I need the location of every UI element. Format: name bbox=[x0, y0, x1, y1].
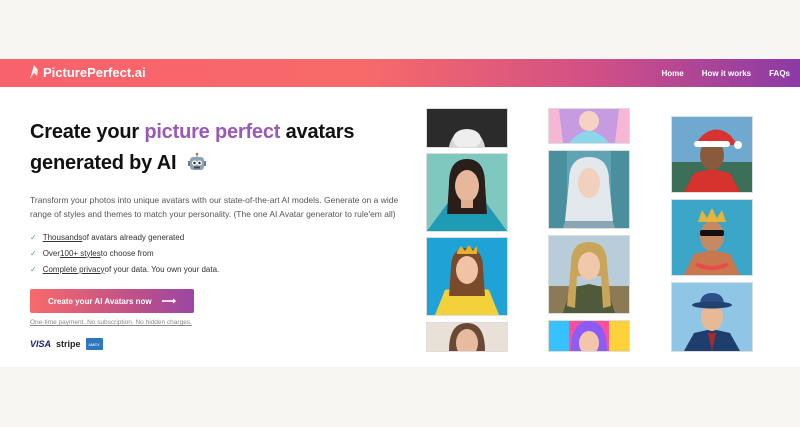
amex-logo: AMEX bbox=[85, 338, 103, 350]
page-top-margin bbox=[0, 0, 800, 59]
avatar-image-woman-close-up bbox=[426, 322, 508, 352]
page-bottom-margin bbox=[0, 367, 800, 427]
feature-highlight[interactable]: 100+ styles bbox=[60, 249, 101, 258]
create-avatars-button[interactable]: Create your AI Avatars now ⟶ bbox=[30, 289, 194, 313]
hero-title: Create your picture perfect avatars gene… bbox=[30, 117, 410, 179]
arrow-right-icon: ⟶ bbox=[161, 295, 176, 307]
brand-name: PicturePerfect.ai bbox=[43, 64, 146, 80]
navbar: PicturePerfect.ai Home How it works FAQs bbox=[0, 59, 800, 87]
nav-faqs-link[interactable]: FAQs bbox=[769, 69, 790, 78]
title-accent: picture perfect bbox=[144, 121, 281, 143]
title-part2: avatars bbox=[280, 121, 355, 143]
feature-prefix: Over bbox=[42, 248, 61, 258]
feature-item: ✓ Over 100+ styles to choose from bbox=[30, 245, 410, 261]
avatar-image-silver-elf bbox=[548, 150, 630, 229]
feature-item: ✓ Thousands of avatars already generated bbox=[30, 229, 410, 245]
feature-text: to choose from bbox=[100, 248, 154, 258]
avatar-image-woman-tiara bbox=[426, 237, 508, 316]
payment-methods: VISA stripe AMEX bbox=[30, 338, 103, 350]
avatar-image-rainbow bbox=[548, 320, 630, 352]
check-icon: ✓ bbox=[30, 248, 37, 258]
avatar-image-santa-hat bbox=[671, 116, 753, 193]
feature-highlight[interactable]: Thousands bbox=[43, 233, 83, 242]
feature-text: of your data. You own your data. bbox=[104, 264, 220, 274]
feature-text: of avatars already generated bbox=[82, 232, 185, 242]
title-part1: Create your bbox=[30, 121, 145, 143]
avatar-image-grayscale bbox=[426, 108, 508, 148]
feature-list: ✓ Thousands of avatars already generated … bbox=[30, 229, 410, 277]
pricing-note[interactable]: One-time payment. No subscription. No hi… bbox=[30, 319, 192, 326]
avatar-image-woman-dark-hair bbox=[426, 153, 508, 232]
hero-text: Create your picture perfect avatars gene… bbox=[30, 117, 410, 350]
nav-home-link[interactable]: Home bbox=[662, 69, 684, 78]
check-icon: ✓ bbox=[30, 264, 37, 274]
avatar-image-pastel bbox=[548, 108, 630, 144]
hero-description: Transform your photos into unique avatar… bbox=[30, 195, 399, 219]
visa-logo: VISA bbox=[30, 339, 52, 349]
feature-highlight[interactable]: Complete privacy bbox=[43, 265, 105, 274]
title-line2: generated by AI bbox=[30, 152, 177, 174]
brand-logo[interactable]: PicturePerfect.ai bbox=[28, 64, 146, 80]
avatar-image-crown-sunglasses bbox=[671, 199, 753, 276]
stripe-logo: stripe bbox=[56, 339, 81, 349]
hero-section: Create your picture perfect avatars gene… bbox=[0, 87, 800, 367]
avatar-image-blue-fedora bbox=[671, 282, 753, 352]
robot-icon bbox=[187, 152, 206, 170]
feature-item: ✓ Complete privacy of your data. You own … bbox=[30, 261, 410, 277]
logo-icon bbox=[30, 65, 38, 79]
nav-how-it-works-link[interactable]: How it works bbox=[702, 69, 751, 78]
nav-links: Home How it works FAQs bbox=[662, 59, 790, 87]
cta-label: Create your AI Avatars now bbox=[48, 296, 152, 306]
avatar-image-blonde-braids bbox=[548, 235, 630, 314]
check-icon: ✓ bbox=[30, 232, 37, 242]
